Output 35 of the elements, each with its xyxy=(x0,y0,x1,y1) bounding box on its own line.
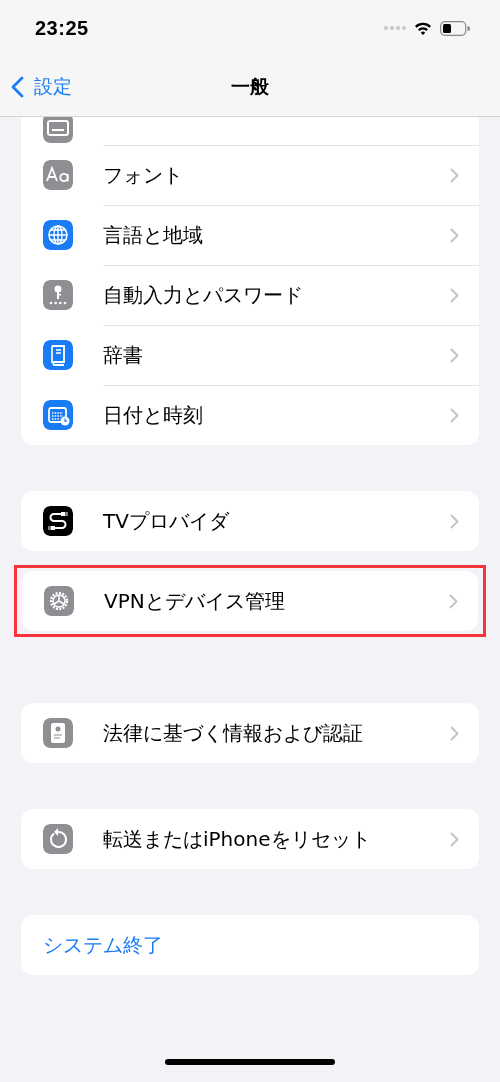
settings-row[interactable]: フォント xyxy=(21,145,479,205)
chevron-icon xyxy=(450,725,459,741)
row-label: 言語と地域 xyxy=(103,221,204,249)
chevron-icon xyxy=(450,831,459,847)
row-label: 転送またはiPhoneをリセット xyxy=(103,825,372,853)
row-label: 辞書 xyxy=(103,341,144,369)
back-chevron-icon xyxy=(11,76,24,98)
settings-row[interactable]: TVプロバイダ xyxy=(21,491,479,551)
row-label: フォント xyxy=(103,161,184,189)
nav-title: 一般 xyxy=(231,74,269,99)
settings-row[interactable]: 言語と地域 xyxy=(21,205,479,265)
back-button[interactable]: 設定 xyxy=(11,74,72,100)
row-label: 法律に基づく情報および認証 xyxy=(103,719,364,747)
settings-row[interactable]: 法律に基づく情報および認証 xyxy=(21,703,479,763)
wifi-icon xyxy=(414,21,432,35)
signal-icon xyxy=(384,25,406,31)
battery-icon xyxy=(440,20,470,36)
shutdown-button[interactable]: システム終了 xyxy=(21,915,479,975)
row-label: TVプロバイダ xyxy=(103,507,231,535)
chevron-icon xyxy=(450,513,459,529)
chevron-icon xyxy=(449,593,458,609)
row-label: VPNとデバイス管理 xyxy=(104,587,286,615)
settings-row[interactable]: VPNとデバイス管理 xyxy=(22,571,478,631)
status-time: 23:25 xyxy=(35,16,89,40)
chevron-icon xyxy=(450,227,459,243)
row-label: 日付と時刻 xyxy=(103,401,204,429)
settings-row[interactable]: 自動入力とパスワード xyxy=(21,265,479,325)
settings-row[interactable]: 転送またはiPhoneをリセット xyxy=(21,809,479,869)
settings-row[interactable]: 日付と時刻 xyxy=(21,385,479,445)
settings-row[interactable]: 辞書 xyxy=(21,325,479,385)
chevron-icon xyxy=(450,407,459,423)
chevron-icon xyxy=(450,167,459,183)
chevron-icon xyxy=(450,287,459,303)
chevron-icon xyxy=(450,347,459,363)
row-label: 自動入力とパスワード xyxy=(103,281,304,309)
